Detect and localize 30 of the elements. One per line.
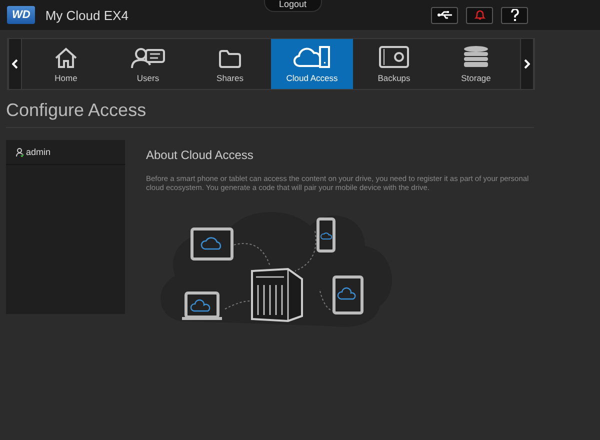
nav-tab[interactable]: Home (25, 39, 107, 89)
logo: WD (7, 6, 36, 24)
help-button[interactable] (501, 6, 528, 24)
chevron-left-icon (12, 59, 18, 69)
nav-tab[interactable]: Backups (353, 39, 435, 89)
bell-icon (474, 9, 486, 21)
logout-button[interactable]: Logout (264, 0, 322, 12)
alert-button[interactable] (466, 6, 493, 24)
scroll-left-button[interactable] (8, 39, 22, 89)
app-title: My Cloud EX4 (45, 8, 128, 22)
nav-tab[interactable]: Storage (435, 39, 517, 89)
disk-stack-icon (462, 45, 490, 69)
nav-tab[interactable]: Shares (189, 39, 271, 89)
user-card-icon (130, 47, 166, 69)
page-title: Configure Access (6, 100, 534, 128)
house-icon (54, 47, 78, 69)
nav-tab[interactable]: Cloud Access (271, 39, 353, 89)
question-icon (510, 9, 518, 21)
usb-button[interactable] (431, 6, 458, 24)
user-icon (16, 148, 24, 156)
user-list-item[interactable]: admin (6, 140, 125, 165)
folder-icon (218, 49, 242, 69)
chevron-right-icon (524, 59, 530, 69)
section-heading: About Cloud Access (146, 148, 254, 162)
safe-icon (378, 45, 410, 69)
nav-tab[interactable]: Users (107, 39, 189, 89)
cloud-drive-icon (292, 45, 332, 69)
usb-icon (436, 10, 452, 20)
user-name: admin (26, 147, 51, 157)
scroll-right-button[interactable] (520, 39, 534, 89)
